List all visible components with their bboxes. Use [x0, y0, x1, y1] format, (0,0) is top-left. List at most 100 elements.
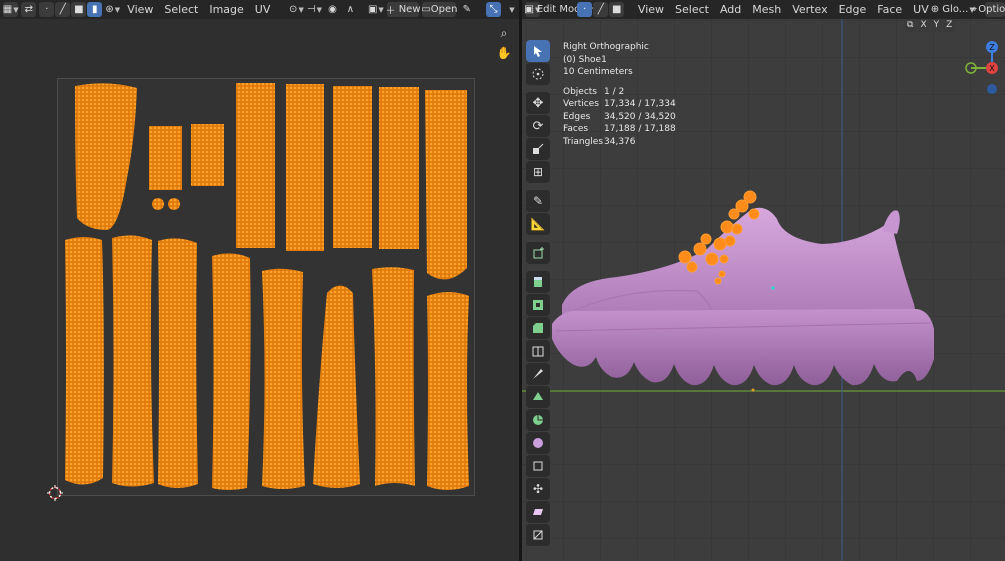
gizmo-z-neg-icon: [987, 84, 997, 94]
shrink-fatten-tool-icon[interactable]: ✣: [526, 478, 550, 500]
move-tool-icon[interactable]: ✥: [526, 92, 550, 114]
viewport-canvas[interactable]: ✥ ⟳ ⊞ ✎ 📐 ✣ Right Orthographic (0) Shoe1…: [522, 19, 1005, 561]
stat-row-objects: Objects 1 / 2: [563, 86, 625, 97]
sticky-selection-icon[interactable]: ⊛ ▼: [105, 2, 120, 17]
inset-tool-icon[interactable]: [526, 294, 550, 316]
rip-region-tool-icon[interactable]: [526, 524, 550, 546]
spin-tool-icon[interactable]: [526, 409, 550, 431]
uv-menu-select[interactable]: Select: [160, 3, 202, 16]
tool-shelf: ✥ ⟳ ⊞ ✎ 📐 ✣: [526, 40, 550, 546]
navigation-gizmo[interactable]: Z X: [962, 39, 1005, 109]
stat-row-faces: Faces 17,188 / 17,188: [563, 124, 676, 134]
uv-island-tongue: [75, 83, 137, 230]
poly-build-tool-icon[interactable]: [526, 386, 550, 408]
proportional-edit-icon[interactable]: ◉: [325, 2, 340, 17]
mirror-y-toggle[interactable]: Y: [930, 19, 943, 32]
uv-island-long-5: [262, 268, 305, 489]
island-select-icon[interactable]: ▮: [87, 2, 103, 17]
stat-row-edges: Edges 34,520 / 34,520: [563, 111, 676, 122]
uv-canvas[interactable]: ⌕ ✋: [0, 19, 519, 561]
select-box-tool-icon[interactable]: [526, 40, 550, 62]
uv-menu-uv[interactable]: UV: [251, 3, 275, 16]
vp-menu-uv[interactable]: UV: [909, 3, 933, 16]
uv-island-strip-3: [333, 86, 372, 248]
options-label: Option: [978, 4, 1005, 15]
uv-island-strip-1: [236, 83, 275, 248]
mesh-vertex-select-icon[interactable]: ·: [577, 2, 593, 17]
viewport-header: ⬚▼ ▣ Edit Mode▼ · ╱ ■ View Select Add Me…: [522, 0, 1005, 19]
zoom-icon[interactable]: ⌕: [494, 23, 514, 43]
uv-island-long-3: [158, 238, 198, 488]
uv-island-strip-5: [425, 90, 467, 280]
new-image-button[interactable]: ＋ New: [386, 2, 421, 17]
open-image-button[interactable]: ▭ Open: [421, 2, 457, 17]
image-browse-icon[interactable]: ▣ ▼: [368, 2, 384, 17]
uv-island-strip-4: [379, 87, 419, 249]
mesh-edge-select-icon[interactable]: ╱: [593, 2, 609, 17]
pin-icon[interactable]: ✎: [459, 2, 474, 17]
mirror-x-toggle[interactable]: X: [917, 19, 930, 32]
pivot-icon[interactable]: ⊙ ▼: [289, 2, 304, 17]
vp-menu-face[interactable]: Face: [873, 3, 906, 16]
uv-island-eyelet-2: [168, 198, 180, 210]
uv-overlay-icon[interactable]: ⤡: [485, 2, 501, 17]
uv-islands-svg: [65, 83, 469, 490]
uv-island-long-2: [112, 235, 154, 487]
view-name: Right Orthographic: [563, 42, 649, 52]
uv-island-long-1: [65, 237, 104, 485]
uv-menu-view[interactable]: View: [123, 3, 157, 16]
stat-row-triangles: Triangles 34,376: [563, 136, 636, 147]
gizmo-x-label: X: [989, 64, 995, 73]
uv-editor: ▦ ▼ ⇄ · ╱ ■ ▮ ⊛ ▼ View Select Image UV ⊙ ▼ …: [0, 0, 519, 561]
transform-orientation-dropdown[interactable]: ⊕ Glo... ▼: [931, 2, 975, 17]
snap-icon[interactable]: ⊣ ▼: [307, 2, 322, 17]
orientation-label: Glo...: [942, 4, 969, 15]
uv-select-mode-group: · ╱ ■ ▮: [39, 2, 103, 17]
scale-tool-icon[interactable]: [526, 138, 550, 160]
add-cube-tool-icon[interactable]: [526, 242, 550, 264]
mode-selector[interactable]: ▣ Edit Mode▼: [524, 2, 593, 17]
uv-menu-image[interactable]: Image: [205, 3, 247, 16]
vp-menu-vertex[interactable]: Vertex: [788, 3, 831, 16]
falloff-icon[interactable]: ∧: [343, 2, 358, 17]
vp-menu-edge[interactable]: Edge: [835, 3, 871, 16]
uv-sync-selection-icon[interactable]: ⇄: [21, 2, 37, 17]
vp-menu-select[interactable]: Select: [671, 3, 713, 16]
mirror-z-toggle[interactable]: Z: [943, 19, 956, 32]
edge-select-icon[interactable]: ╱: [55, 2, 71, 17]
options-button[interactable]: Option: [978, 2, 1005, 17]
shear-tool-icon[interactable]: [526, 501, 550, 523]
rotate-tool-icon[interactable]: ⟳: [526, 115, 550, 137]
uv-island-small-2: [191, 124, 224, 186]
uv-editor-header: ▦ ▼ ⇄ · ╱ ■ ▮ ⊛ ▼ View Select Image UV ⊙ ▼ …: [0, 0, 519, 19]
transform-tool-icon[interactable]: ⊞: [526, 161, 550, 183]
uv-island-strip-2: [286, 84, 324, 251]
gizmo-z-label: Z: [989, 43, 995, 52]
active-object-name: (0) Shoe1: [563, 54, 607, 65]
vp-menu-view[interactable]: View: [634, 3, 668, 16]
vertex-select-icon[interactable]: ·: [39, 2, 55, 17]
pan-hand-icon[interactable]: ✋: [494, 43, 514, 63]
face-select-icon[interactable]: ■: [71, 2, 87, 17]
measure-tool-icon[interactable]: 📐: [526, 213, 550, 235]
bevel-tool-icon[interactable]: [526, 317, 550, 339]
knife-tool-icon[interactable]: [526, 363, 550, 385]
cursor-tool-icon[interactable]: [526, 63, 550, 85]
smooth-tool-icon[interactable]: [526, 432, 550, 454]
grid-scale-label: 10 Centimeters: [563, 67, 633, 77]
vp-menu-add[interactable]: Add: [716, 3, 745, 16]
uv-island-small-1: [149, 126, 182, 190]
annotate-tool-icon[interactable]: ✎: [526, 190, 550, 212]
loop-cut-tool-icon[interactable]: [526, 340, 550, 362]
viewport-info-overlay: Right Orthographic (0) Shoe1 10 Centimet…: [563, 41, 676, 148]
2d-cursor-icon[interactable]: [47, 485, 63, 501]
uv-island-long-6: [372, 267, 415, 486]
mirror-toggle-lock-icon[interactable]: ⧉: [904, 19, 917, 32]
edge-slide-tool-icon[interactable]: [526, 455, 550, 477]
uv-island-eyelet-1: [152, 198, 164, 210]
extrude-tool-icon[interactable]: [526, 271, 550, 293]
mesh-face-select-icon[interactable]: ■: [609, 2, 625, 17]
overlay-dropdown-icon[interactable]: ▼: [504, 2, 519, 17]
editor-type-icon[interactable]: ▦ ▼: [3, 2, 19, 17]
vp-menu-mesh[interactable]: Mesh: [748, 3, 785, 16]
